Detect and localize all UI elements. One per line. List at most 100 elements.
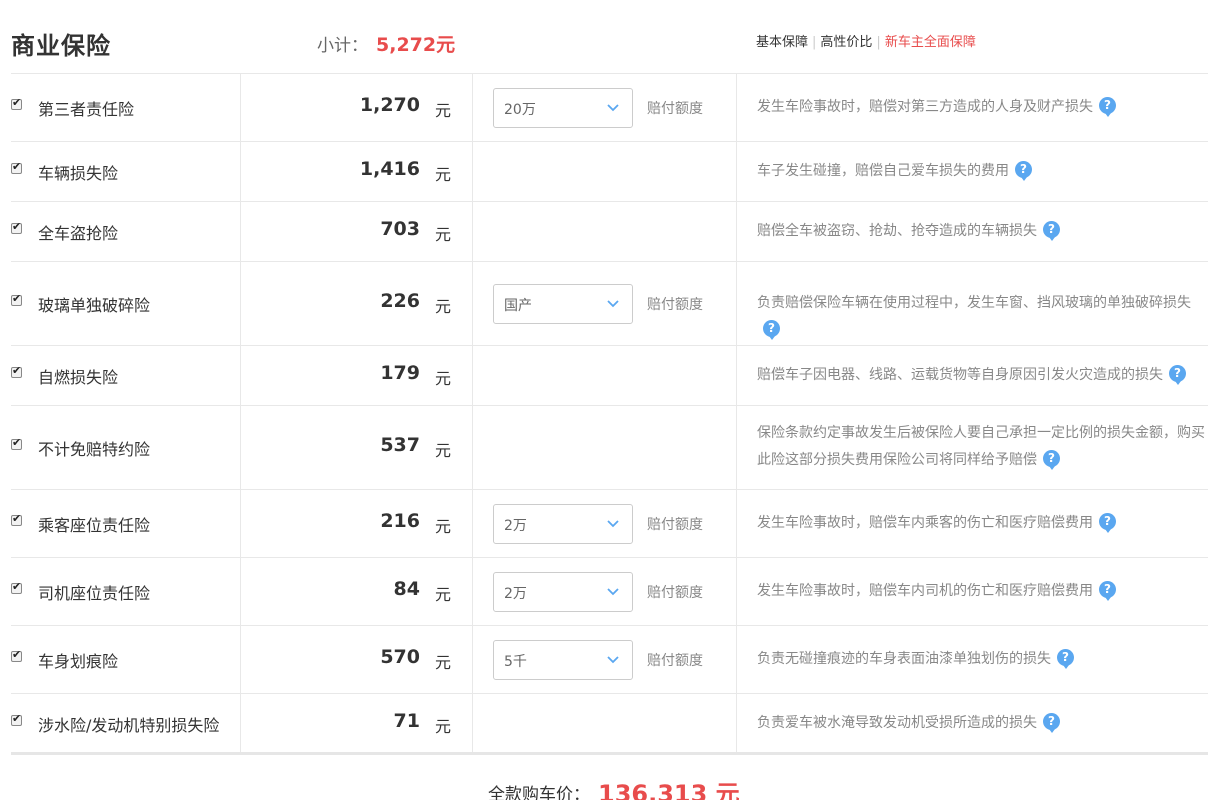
coverage-amount-label: 赔付额度 <box>647 297 703 313</box>
price-unit: 元 <box>435 101 452 120</box>
insurance-checkbox[interactable] <box>11 96 22 110</box>
insurance-price: 226 <box>380 290 420 312</box>
coverage-amount-value: 2万 <box>504 518 527 534</box>
insurance-price: 84 <box>393 578 420 600</box>
description-text: 赔偿车子因电器、线路、运载货物等自身原因引发火灾造成的损失 <box>757 367 1163 383</box>
insurance-name: 自燃损失险 <box>38 368 119 387</box>
insurance-description: 保险条款约定事故发生后被保险人要自己承担一定比例的损失金额，购买此险这部分损失费… <box>757 420 1207 474</box>
total-price-value: 136,313 元 <box>598 780 740 800</box>
insurance-description: 负责无碰撞痕迹的车身表面油漆单独划伤的损失? <box>757 646 1207 673</box>
insurance-description: 车子发生碰撞，赔偿自己爱车损失的费用? <box>757 158 1207 185</box>
insurance-row: 自燃损失险 179 元 赔偿车子因电器、线路、运载货物等自身原因引发火灾造成的损失? <box>11 346 1208 406</box>
coverage-amount-select[interactable]: 5千 <box>493 640 633 680</box>
help-icon[interactable]: ? <box>1057 648 1074 669</box>
coverage-amount-label: 赔付额度 <box>647 101 703 117</box>
insurance-description: 赔偿全车被盗窃、抢劫、抢夺造成的车辆损失? <box>757 218 1207 245</box>
description-text: 负责赔偿保险车辆在使用过程中，发生车窗、挡风玻璃的单独破碎损失 <box>757 295 1191 311</box>
insurance-checkbox[interactable] <box>11 512 22 526</box>
coverage-amount-value: 国产 <box>504 298 532 314</box>
coverage-amount-value: 5千 <box>504 654 527 670</box>
price-unit: 元 <box>435 165 452 184</box>
insurance-price: 216 <box>380 510 420 532</box>
insurance-row: 第三者责任险 1,270 元 20万 赔付额度 发生车险事故时，赔偿对第三方造成的人身… <box>11 74 1208 142</box>
coverage-amount-label: 赔付额度 <box>647 653 703 669</box>
plan-full-coverage-link[interactable]: 新车主全面保障 <box>885 35 976 50</box>
insurance-price: 1,270 <box>359 94 420 116</box>
insurance-description: 发生车险事故时，赔偿车内乘客的伤亡和医疗赔偿费用? <box>757 510 1207 537</box>
insurance-table: 第三者责任险 1,270 元 20万 赔付额度 发生车险事故时，赔偿对第三方造成的人身… <box>11 74 1208 754</box>
footer-divider <box>11 752 1208 755</box>
insurance-name: 玻璃单独破碎险 <box>38 296 151 315</box>
help-icon[interactable]: ? <box>1043 712 1060 733</box>
coverage-amount-select[interactable]: 2万 <box>493 504 633 544</box>
description-text: 负责爱车被水淹导致发动机受损所造成的损失 <box>757 715 1037 731</box>
coverage-amount-value: 20万 <box>504 102 536 118</box>
plan-value-link[interactable]: 高性价比 <box>820 35 872 50</box>
price-unit: 元 <box>435 585 452 604</box>
help-icon[interactable]: ? <box>1043 449 1060 470</box>
insurance-checkbox[interactable] <box>11 364 22 378</box>
chevron-down-icon <box>606 99 620 113</box>
subtotal-value: 5,272元 <box>376 34 456 56</box>
insurance-row: 不计免赔特约险 537 元 保险条款约定事故发生后被保险人要自己承担一定比例的损失金额… <box>11 406 1208 490</box>
help-icon[interactable]: ? <box>1099 512 1116 533</box>
plan-basic-link[interactable]: 基本保障 <box>756 35 808 50</box>
insurance-checkbox[interactable] <box>11 160 22 174</box>
page-title: 商业保险 <box>11 32 111 60</box>
insurance-description: 发生车险事故时，赔偿对第三方造成的人身及财产损失? <box>757 94 1207 121</box>
help-icon[interactable]: ? <box>1099 580 1116 601</box>
insurance-price: 179 <box>380 362 420 384</box>
insurance-name: 第三者责任险 <box>38 100 135 119</box>
chevron-down-icon <box>606 583 620 597</box>
total-price: 全款购车价： 136,313 元 <box>488 772 740 800</box>
price-unit: 元 <box>435 225 452 244</box>
insurance-row: 玻璃单独破碎险 226 元 国产 赔付额度 负责赔偿保险车辆在使用过程中，发生车窗、挡… <box>11 262 1208 346</box>
description-text: 发生车险事故时，赔偿对第三方造成的人身及财产损失 <box>757 99 1093 115</box>
insurance-checkbox[interactable] <box>11 580 22 594</box>
insurance-row: 车身划痕险 570 元 5千 赔付额度 负责无碰撞痕迹的车身表面油漆单独划伤的损失? <box>11 626 1208 694</box>
insurance-checkbox[interactable] <box>11 712 22 726</box>
commercial-insurance-header: 商业保险 小计： 5,272元 基本保障 | 高性价比 | 新车主全面保障 <box>11 0 1208 74</box>
insurance-checkbox[interactable] <box>11 220 22 234</box>
insurance-name: 全车盗抢险 <box>38 224 119 243</box>
insurance-name: 不计免赔特约险 <box>38 440 151 459</box>
price-unit: 元 <box>435 297 452 316</box>
coverage-amount-select[interactable]: 2万 <box>493 572 633 612</box>
insurance-description: 赔偿车子因电器、线路、运载货物等自身原因引发火灾造成的损失? <box>757 362 1207 389</box>
price-unit: 元 <box>435 441 452 460</box>
insurance-name: 司机座位责任险 <box>38 584 151 603</box>
insurance-name: 涉水险/发动机特别损失险 <box>38 716 220 735</box>
help-icon[interactable]: ? <box>763 319 780 340</box>
description-text: 负责无碰撞痕迹的车身表面油漆单独划伤的损失 <box>757 651 1051 667</box>
insurance-description: 负责赔偿保险车辆在使用过程中，发生车窗、挡风玻璃的单独破碎损失? <box>757 290 1207 344</box>
insurance-row: 司机座位责任险 84 元 2万 赔付额度 发生车险事故时，赔偿车内司机的伤亡和医疗赔偿… <box>11 558 1208 626</box>
price-unit: 元 <box>435 717 452 736</box>
insurance-description: 负责爱车被水淹导致发动机受损所造成的损失? <box>757 710 1207 737</box>
insurance-row: 全车盗抢险 703 元 赔偿全车被盗窃、抢劫、抢夺造成的车辆损失? <box>11 202 1208 262</box>
price-unit: 元 <box>435 369 452 388</box>
price-unit: 元 <box>435 653 452 672</box>
insurance-name: 车辆损失险 <box>38 164 119 183</box>
insurance-price: 1,416 <box>359 158 420 180</box>
insurance-checkbox[interactable] <box>11 292 22 306</box>
chevron-down-icon <box>606 651 620 665</box>
coverage-amount-select[interactable]: 20万 <box>493 88 633 128</box>
total-price-label: 全款购车价： <box>488 785 590 800</box>
insurance-checkbox[interactable] <box>11 436 22 450</box>
insurance-checkbox[interactable] <box>11 648 22 662</box>
description-text: 发生车险事故时，赔偿车内乘客的伤亡和医疗赔偿费用 <box>757 515 1093 531</box>
plan-options: 基本保障 | 高性价比 | 新车主全面保障 <box>756 35 976 50</box>
help-icon[interactable]: ? <box>1015 160 1032 181</box>
help-icon[interactable]: ? <box>1169 364 1186 385</box>
help-icon[interactable]: ? <box>1043 220 1060 241</box>
subtotal-label: 小计： <box>317 36 368 56</box>
insurance-price: 537 <box>380 434 420 456</box>
description-text: 发生车险事故时，赔偿车内司机的伤亡和医疗赔偿费用 <box>757 583 1093 599</box>
insurance-name: 乘客座位责任险 <box>38 516 151 535</box>
insurance-price: 703 <box>380 218 420 240</box>
insurance-row: 乘客座位责任险 216 元 2万 赔付额度 发生车险事故时，赔偿车内乘客的伤亡和医疗赔… <box>11 490 1208 558</box>
help-icon[interactable]: ? <box>1099 96 1116 117</box>
coverage-amount-select[interactable]: 国产 <box>493 284 633 324</box>
insurance-row: 车辆损失险 1,416 元 车子发生碰撞，赔偿自己爱车损失的费用? <box>11 142 1208 202</box>
description-text: 赔偿全车被盗窃、抢劫、抢夺造成的车辆损失 <box>757 223 1037 239</box>
